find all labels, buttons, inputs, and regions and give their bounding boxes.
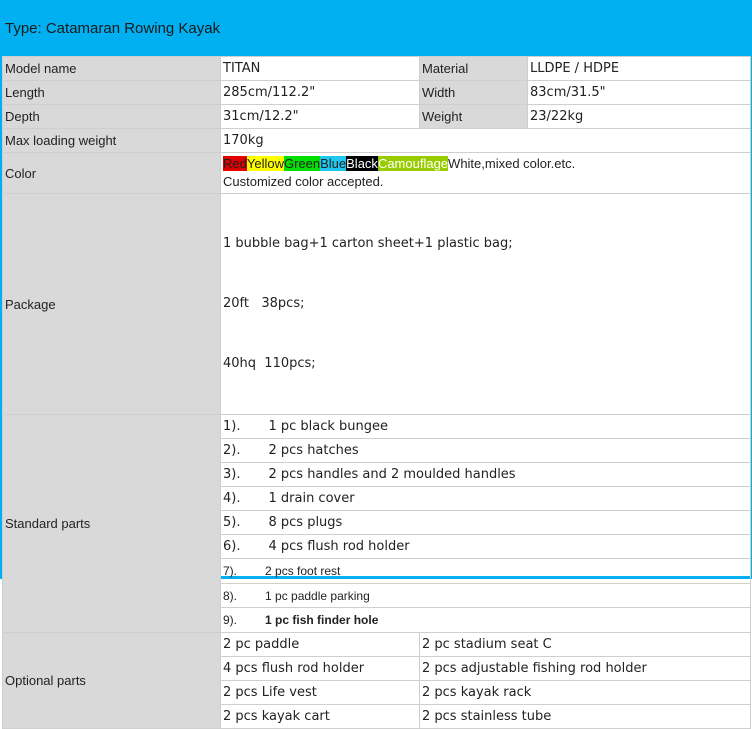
list-item: 8). 1 pc paddle parking — [220, 583, 751, 608]
package-line: 40hq 110pcs; — [223, 356, 316, 371]
list-item: 4). 1 drain cover — [220, 486, 751, 511]
depth-label: Depth — [2, 104, 221, 129]
color-label: Color — [2, 152, 221, 194]
package-line: 1 bubble bag+1 carton sheet+1 plastic ba… — [223, 236, 513, 251]
color-rest: White,mixed color.etc. — [448, 156, 576, 171]
table-row: Length 285cm/112.2" Width 83cm/31.5" — [2, 80, 751, 105]
material-label: Material — [419, 56, 528, 81]
standard-parts-label: Standard parts — [2, 414, 221, 633]
list-item: 5). 8 pcs plugs — [220, 510, 751, 535]
list-item: 3). 2 pcs handles and 2 moulded handles — [220, 462, 751, 487]
list-item: 2). 2 pcs hatches — [220, 438, 751, 463]
optional-item: 4 pcs flush rod holder — [220, 656, 420, 681]
weight-value: 23/22kg — [527, 104, 751, 129]
table-row: Model name TITAN Material LLDPE / HDPE — [2, 56, 751, 81]
optional-item: 2 pcs stainless tube — [419, 704, 751, 729]
depth-value: 31cm/12.2" — [220, 104, 420, 129]
optional-item: 2 pcs Life vest — [220, 680, 420, 705]
length-value: 285cm/112.2" — [220, 80, 420, 105]
model-value: TITAN — [220, 56, 420, 81]
model-label: Model name — [2, 56, 221, 81]
table-row: Depth 31cm/12.2" Weight 23/22kg — [2, 104, 751, 129]
width-value: 83cm/31.5" — [527, 80, 751, 105]
table-row: Color RedYellowGreenBlueBlackCamouflageW… — [2, 152, 751, 194]
color-swatch-yellow: Yellow — [246, 156, 284, 171]
package-value: 1 bubble bag+1 carton sheet+1 plastic ba… — [220, 193, 751, 415]
spec-table: Model name TITAN Material LLDPE / HDPE L… — [2, 56, 751, 729]
color-note: Customized color accepted. — [223, 174, 384, 189]
list-item: 6). 4 pcs flush rod holder — [220, 534, 751, 559]
color-swatch-green: Green — [283, 156, 321, 171]
list-item: 9). 1 pc fish finder hole — [220, 607, 751, 633]
spec-sheet: Type: Catamaran Rowing Kayak Model name … — [0, 0, 752, 729]
list-item: 1). 1 pc black bungee — [220, 414, 751, 439]
material-value: LLDPE / HDPE — [527, 56, 751, 81]
width-label: Width — [419, 80, 528, 105]
table-row: Optional parts 2 pc paddle 2 pc stadium … — [2, 632, 751, 729]
color-swatch-blue: Blue — [320, 156, 347, 171]
color-swatch-camouflage: Camouflage — [377, 156, 449, 171]
optional-item: 2 pcs adjustable fishing rod holder — [419, 656, 751, 681]
color-swatches: RedYellowGreenBlueBlackCamouflageWhite,m… — [223, 155, 748, 173]
table-row: Standard parts 1). 1 pc black bungee — [2, 414, 751, 633]
table-row: Max loading weight 170kg — [2, 128, 751, 153]
list-item: 7). 2 pcs foot rest — [220, 558, 751, 584]
page-title: Type: Catamaran Rowing Kayak — [2, 0, 750, 56]
optional-item: 2 pc stadium seat C — [419, 632, 751, 657]
optional-item: 2 pc paddle — [220, 632, 420, 657]
length-label: Length — [2, 80, 221, 105]
optional-item: 2 pcs kayak cart — [220, 704, 420, 729]
color-swatch-red: Red — [223, 156, 247, 171]
package-label: Package — [2, 193, 221, 415]
weight-label: Weight — [419, 104, 528, 129]
optional-item: 2 pcs kayak rack — [419, 680, 751, 705]
max-load-value: 170kg — [220, 128, 751, 153]
optional-parts-label: Optional parts — [2, 632, 221, 729]
color-swatch-black: Black — [346, 156, 378, 171]
color-value: RedYellowGreenBlueBlackCamouflageWhite,m… — [220, 152, 751, 194]
max-load-label: Max loading weight — [2, 128, 221, 153]
table-row: Package 1 bubble bag+1 carton sheet+1 pl… — [2, 193, 751, 415]
package-line: 20ft 38pcs; — [223, 296, 305, 311]
